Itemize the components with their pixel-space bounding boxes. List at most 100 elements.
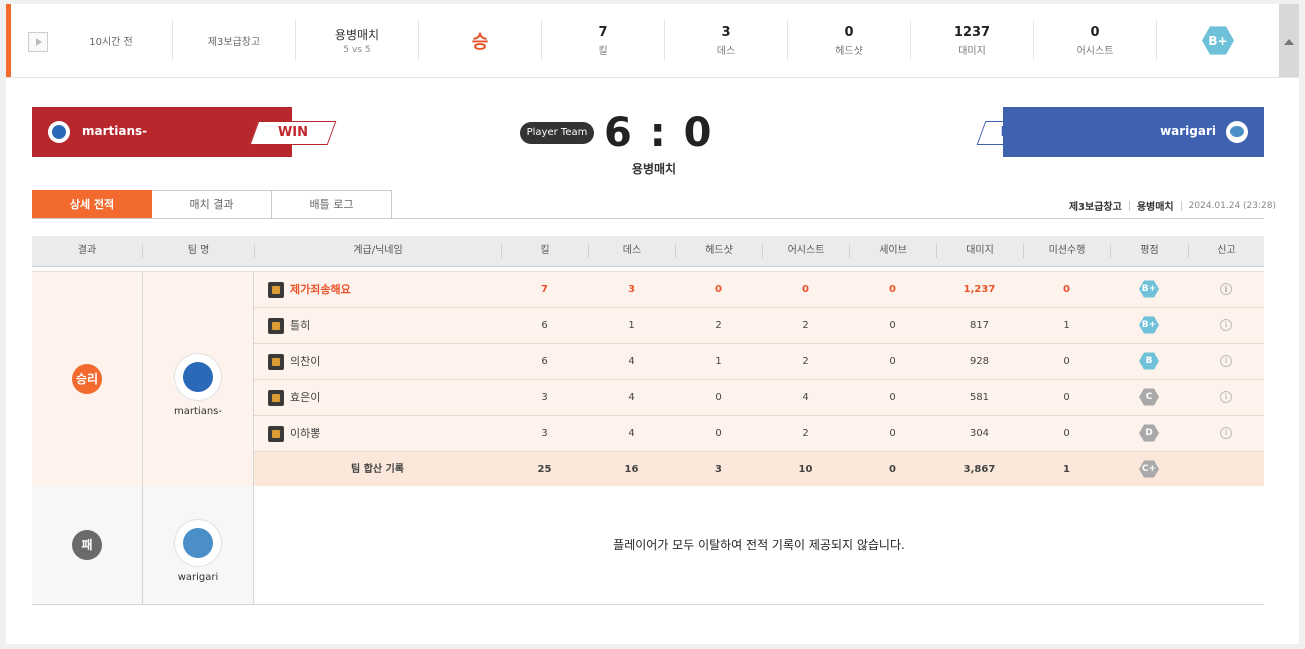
rank-icon: [268, 426, 284, 442]
assist-cell: 0 어시스트: [1034, 4, 1156, 77]
col-assist: 어시스트: [787, 245, 825, 256]
right-team-name: warigari: [1160, 124, 1216, 138]
grade-cell: B+: [1110, 308, 1188, 343]
grade-hex-icon: B: [1139, 352, 1159, 370]
stat-hs: 1: [715, 356, 722, 367]
stat-mission: 1: [1063, 320, 1070, 331]
stat-dmg: 817: [969, 320, 990, 331]
stat-dmg: 1,237: [963, 284, 996, 295]
win-tag-text: WIN: [277, 125, 309, 140]
win-team-name: martians-: [174, 406, 222, 417]
grade-hex-icon: D: [1139, 424, 1159, 442]
col-headshot: 헤드샷: [705, 245, 733, 256]
player-nickname[interactable]: 효은이: [290, 380, 320, 415]
stat-kill: 6: [541, 320, 548, 331]
mode-cell: 용병매치 5 vs 5: [296, 4, 418, 77]
team-emblem-icon: [1226, 121, 1248, 143]
player-row: 이하뽕 3 4 0 2 0 304 0 Di: [254, 416, 1264, 452]
rank-icon: [268, 390, 284, 406]
stat-death: 3: [628, 284, 635, 295]
assist-value: 0: [1090, 24, 1100, 40]
stat-dmg: 304: [969, 428, 990, 439]
time-ago: 10시간 전: [89, 37, 133, 48]
stat-mission: 0: [1063, 356, 1070, 367]
damage-label: 대미지: [958, 45, 986, 57]
scoreboard-mode: 용병매치: [631, 162, 677, 176]
play-icon[interactable]: [28, 32, 48, 52]
stat-mission: 1: [1063, 464, 1070, 475]
stat-save: 0: [889, 356, 896, 367]
lose-team-group: 패 warigari 플레이어가 모두 이탈하여 전적 기록이 제공되지 않습니…: [32, 486, 1264, 605]
stat-hs: 2: [715, 320, 722, 331]
player-nickname[interactable]: 제가죄송해요: [290, 272, 351, 307]
win-accent-strip: [6, 4, 11, 77]
grade-hex-icon: B+: [1202, 26, 1234, 55]
damage-cell: 1237 대미지: [911, 4, 1033, 77]
stats-table-header: 결과 팀 명 계급/닉네임 킬 데스 헤드샷 어시스트 세이브 대미지 미션수행…: [32, 236, 1264, 267]
grade-cell: B: [1110, 344, 1188, 379]
grade-cell: C+: [1110, 452, 1188, 487]
player-row: 제가죄송해요 7 3 0 0 0 1,237 0 B+ i: [254, 272, 1264, 308]
meta-mode: 용병매치: [1136, 202, 1174, 213]
collapse-button[interactable]: [1279, 4, 1299, 77]
tab-detail-record[interactable]: 상세 전적: [32, 190, 152, 219]
map-cell: 제3보급창고: [173, 4, 295, 77]
match-summary-bar[interactable]: 10시간 전 제3보급창고 용병매치 5 vs 5 승 7 킬 3 데스 0 헤…: [6, 4, 1299, 78]
team-total-row: 팀 합산 기록 25 16 3 10 0 3,867 1 C+: [254, 452, 1264, 487]
team-emblem-icon: [175, 354, 221, 400]
stat-assist: 2: [802, 356, 809, 367]
stat-assist: 10: [798, 464, 813, 475]
col-death: 데스: [622, 245, 642, 256]
col-team: 팀 명: [187, 245, 210, 256]
col-kill: 킬: [540, 245, 550, 256]
tab-battle-log[interactable]: 배틀 로그: [272, 190, 392, 219]
win-team-group: 승리 martians- 제가죄송해요 7 3 0 0 0 1,237 0 B+ i 틀히 6 1 2 2 0…: [32, 271, 1264, 487]
match-score: 6 : 0: [604, 110, 714, 156]
grade-cell: B+: [1157, 4, 1279, 77]
stat-kill: 3: [541, 428, 548, 439]
report-icon[interactable]: i: [1220, 355, 1232, 367]
report-icon[interactable]: i: [1220, 319, 1232, 331]
stat-kill: 25: [537, 464, 552, 475]
report-cell: i: [1188, 416, 1264, 451]
stat-death: 4: [628, 356, 635, 367]
stat-mission: 0: [1063, 428, 1070, 439]
match-detail-panel: 10시간 전 제3보급창고 용병매치 5 vs 5 승 7 킬 3 데스 0 헤…: [6, 4, 1299, 644]
headshot-value: 0: [844, 24, 854, 40]
grade-cell: B+: [1110, 272, 1188, 307]
stat-save: 0: [889, 320, 896, 331]
stat-kill: 7: [541, 284, 548, 295]
col-result: 결과: [77, 245, 97, 256]
report-cell: i: [1188, 380, 1264, 415]
report-icon[interactable]: i: [1220, 391, 1232, 403]
report-icon[interactable]: i: [1220, 427, 1232, 439]
tab-match-result[interactable]: 매치 결과: [152, 190, 272, 219]
death-cell: 3 데스: [665, 4, 787, 77]
grade-hex-icon: B+: [1139, 316, 1159, 334]
player-nickname[interactable]: 틀히: [290, 308, 310, 343]
report-icon[interactable]: i: [1220, 283, 1232, 295]
death-label: 데스: [716, 45, 736, 57]
grade-hex-icon: B+: [1139, 280, 1159, 298]
result-lose-badge: 패: [72, 530, 102, 560]
stat-save: 0: [889, 284, 896, 295]
player-nickname[interactable]: 의찬이: [290, 344, 320, 379]
time-ago-cell: 10시간 전: [52, 4, 170, 77]
report-cell: i: [1188, 308, 1264, 343]
rank-icon: [268, 318, 284, 334]
report-cell: i: [1188, 344, 1264, 379]
col-damage: 대미지: [966, 245, 994, 256]
stat-hs: 0: [715, 428, 722, 439]
rank-icon: [268, 354, 284, 370]
assist-label: 어시스트: [1076, 45, 1114, 57]
meta-datetime: 2024.01.24 (23:28): [1188, 200, 1276, 211]
player-nickname[interactable]: 이하뽕: [290, 416, 320, 451]
grade-hex-icon: C: [1139, 388, 1159, 406]
stat-mission: 0: [1063, 284, 1070, 295]
lose-team-name: warigari: [177, 572, 219, 583]
stat-death: 4: [628, 428, 635, 439]
kill-label: 킬: [598, 45, 608, 57]
team-total-label: 팀 합산 기록: [351, 464, 404, 475]
player-team-badge: Player Team: [520, 122, 594, 144]
death-value: 3: [721, 24, 731, 40]
